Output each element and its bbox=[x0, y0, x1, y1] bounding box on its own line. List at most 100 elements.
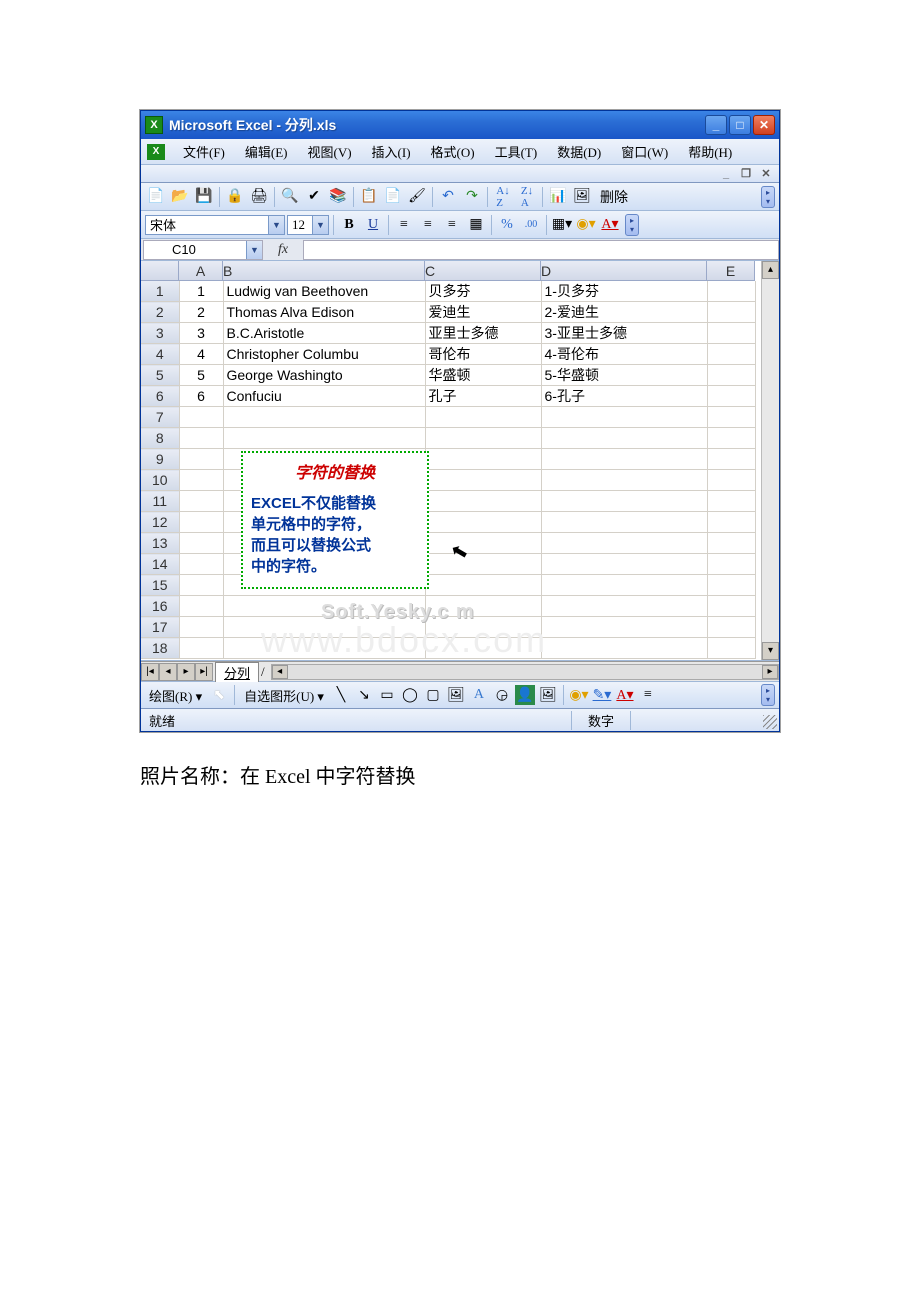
cell[interactable] bbox=[707, 323, 755, 344]
dropdown-arrow-icon[interactable]: ▼ bbox=[246, 241, 262, 259]
cell[interactable] bbox=[707, 596, 755, 617]
permission-icon[interactable]: 🔒 bbox=[224, 186, 246, 208]
row-header[interactable]: 7 bbox=[141, 407, 179, 428]
cell[interactable] bbox=[707, 407, 755, 428]
cell[interactable] bbox=[179, 491, 223, 512]
cell[interactable]: 5-华盛顿 bbox=[541, 365, 707, 386]
cell[interactable]: 1 bbox=[179, 281, 223, 302]
col-header-A[interactable]: A bbox=[179, 261, 223, 281]
maximize-button[interactable]: □ bbox=[729, 115, 751, 135]
oval-icon[interactable]: ◯ bbox=[400, 685, 420, 705]
cell[interactable]: B.C.Aristotle bbox=[223, 323, 425, 344]
cell[interactable] bbox=[179, 596, 223, 617]
cell[interactable] bbox=[707, 365, 755, 386]
fill-color-icon[interactable]: ◉▾ bbox=[569, 685, 589, 705]
drawing-menu[interactable]: 绘图(R) ▾ bbox=[145, 686, 206, 705]
formula-input[interactable] bbox=[303, 240, 779, 260]
cell[interactable] bbox=[223, 596, 425, 617]
cell[interactable] bbox=[425, 596, 541, 617]
cell[interactable]: Ludwig van Beethoven bbox=[223, 281, 425, 302]
cell[interactable] bbox=[707, 512, 755, 533]
doc-close-button[interactable]: ✕ bbox=[759, 167, 773, 181]
cell[interactable] bbox=[707, 554, 755, 575]
cell[interactable]: 6 bbox=[179, 386, 223, 407]
menu-window[interactable]: 窗口(W) bbox=[611, 140, 678, 163]
col-header-B[interactable]: B bbox=[223, 261, 425, 281]
font-size-combo[interactable]: 12 ▼ bbox=[287, 215, 329, 235]
print-preview-icon[interactable]: 🔍 bbox=[279, 186, 301, 208]
col-header-D[interactable]: D bbox=[541, 261, 707, 281]
new-icon[interactable]: 📄 bbox=[145, 186, 167, 208]
sort-asc-icon[interactable]: A↓Z bbox=[492, 186, 514, 208]
cell[interactable] bbox=[179, 533, 223, 554]
vertical-scrollbar[interactable]: ▴ ▾ bbox=[761, 261, 779, 660]
cell[interactable]: Confuciu bbox=[223, 386, 425, 407]
cell[interactable]: 3-亚里士多德 bbox=[541, 323, 707, 344]
dropdown-arrow-icon[interactable]: ▼ bbox=[312, 216, 328, 234]
dropdown-arrow-icon[interactable]: ▼ bbox=[268, 216, 284, 234]
drawing-icon[interactable]: 🖼 bbox=[571, 186, 593, 208]
workbook-icon[interactable]: X bbox=[147, 144, 165, 160]
cell[interactable] bbox=[179, 428, 223, 449]
cell[interactable] bbox=[223, 638, 425, 659]
cell[interactable]: 2-爱迪生 bbox=[541, 302, 707, 323]
cell[interactable] bbox=[425, 407, 541, 428]
cell[interactable]: 5 bbox=[179, 365, 223, 386]
resize-grip-icon[interactable] bbox=[763, 715, 777, 729]
row-header[interactable]: 1 bbox=[141, 281, 179, 302]
row-header[interactable]: 5 bbox=[141, 365, 179, 386]
open-icon[interactable]: 📂 bbox=[169, 186, 191, 208]
font-name-combo[interactable]: 宋体 ▼ bbox=[145, 215, 285, 235]
delete-button[interactable]: 删除 bbox=[595, 186, 633, 208]
close-button[interactable]: ✕ bbox=[753, 115, 775, 135]
row-header[interactable]: 9 bbox=[141, 449, 179, 470]
row-header[interactable]: 16 bbox=[141, 596, 179, 617]
cell[interactable] bbox=[541, 491, 707, 512]
cell[interactable]: 爱迪生 bbox=[425, 302, 541, 323]
cell[interactable] bbox=[707, 302, 755, 323]
wordart-icon[interactable]: A bbox=[469, 685, 489, 705]
cell[interactable] bbox=[223, 617, 425, 638]
menu-edit[interactable]: 编辑(E) bbox=[235, 140, 298, 163]
cell[interactable] bbox=[707, 617, 755, 638]
diagram-icon[interactable]: ◶ bbox=[492, 685, 512, 705]
insert-from-file-icon[interactable]: 🖼 bbox=[538, 685, 558, 705]
textbox-icon[interactable]: ▢ bbox=[423, 685, 443, 705]
cell[interactable]: 哥伦布 bbox=[425, 344, 541, 365]
cell[interactable] bbox=[541, 449, 707, 470]
cell[interactable] bbox=[179, 554, 223, 575]
autoshapes-menu[interactable]: 自选图形(U) ▾ bbox=[240, 686, 328, 705]
clipart-icon[interactable]: 👤 bbox=[515, 685, 535, 705]
col-header-C[interactable]: C bbox=[425, 261, 541, 281]
cell[interactable] bbox=[179, 470, 223, 491]
cell[interactable] bbox=[541, 638, 707, 659]
select-all-corner[interactable] bbox=[141, 261, 179, 281]
cell[interactable] bbox=[425, 512, 541, 533]
sort-desc-icon[interactable]: Z↓A bbox=[516, 186, 538, 208]
row-header[interactable]: 17 bbox=[141, 617, 179, 638]
cell[interactable] bbox=[541, 554, 707, 575]
row-header[interactable]: 11 bbox=[141, 491, 179, 512]
cell[interactable] bbox=[541, 407, 707, 428]
cell[interactable] bbox=[179, 512, 223, 533]
scroll-up-icon[interactable]: ▴ bbox=[762, 261, 779, 279]
toolbar-options-icon[interactable]: ▸▾ bbox=[761, 186, 775, 208]
cell[interactable]: 华盛顿 bbox=[425, 365, 541, 386]
select-objects-icon[interactable]: ⬉ bbox=[209, 685, 229, 705]
cell[interactable] bbox=[707, 281, 755, 302]
print-icon[interactable]: 🖨 bbox=[248, 186, 270, 208]
borders-icon[interactable]: ▦▾ bbox=[551, 214, 573, 236]
cell[interactable] bbox=[425, 449, 541, 470]
cell[interactable] bbox=[425, 428, 541, 449]
row-header[interactable]: 2 bbox=[141, 302, 179, 323]
rectangle-icon[interactable]: ▭ bbox=[377, 685, 397, 705]
cell[interactable] bbox=[425, 617, 541, 638]
horizontal-scrollbar[interactable]: ◂ ▸ bbox=[271, 664, 779, 680]
cell[interactable]: 2 bbox=[179, 302, 223, 323]
line-icon[interactable]: ╲ bbox=[331, 685, 351, 705]
cell[interactable]: 4 bbox=[179, 344, 223, 365]
cell[interactable] bbox=[425, 470, 541, 491]
row-header[interactable]: 6 bbox=[141, 386, 179, 407]
cell[interactable] bbox=[707, 638, 755, 659]
cell[interactable] bbox=[707, 575, 755, 596]
